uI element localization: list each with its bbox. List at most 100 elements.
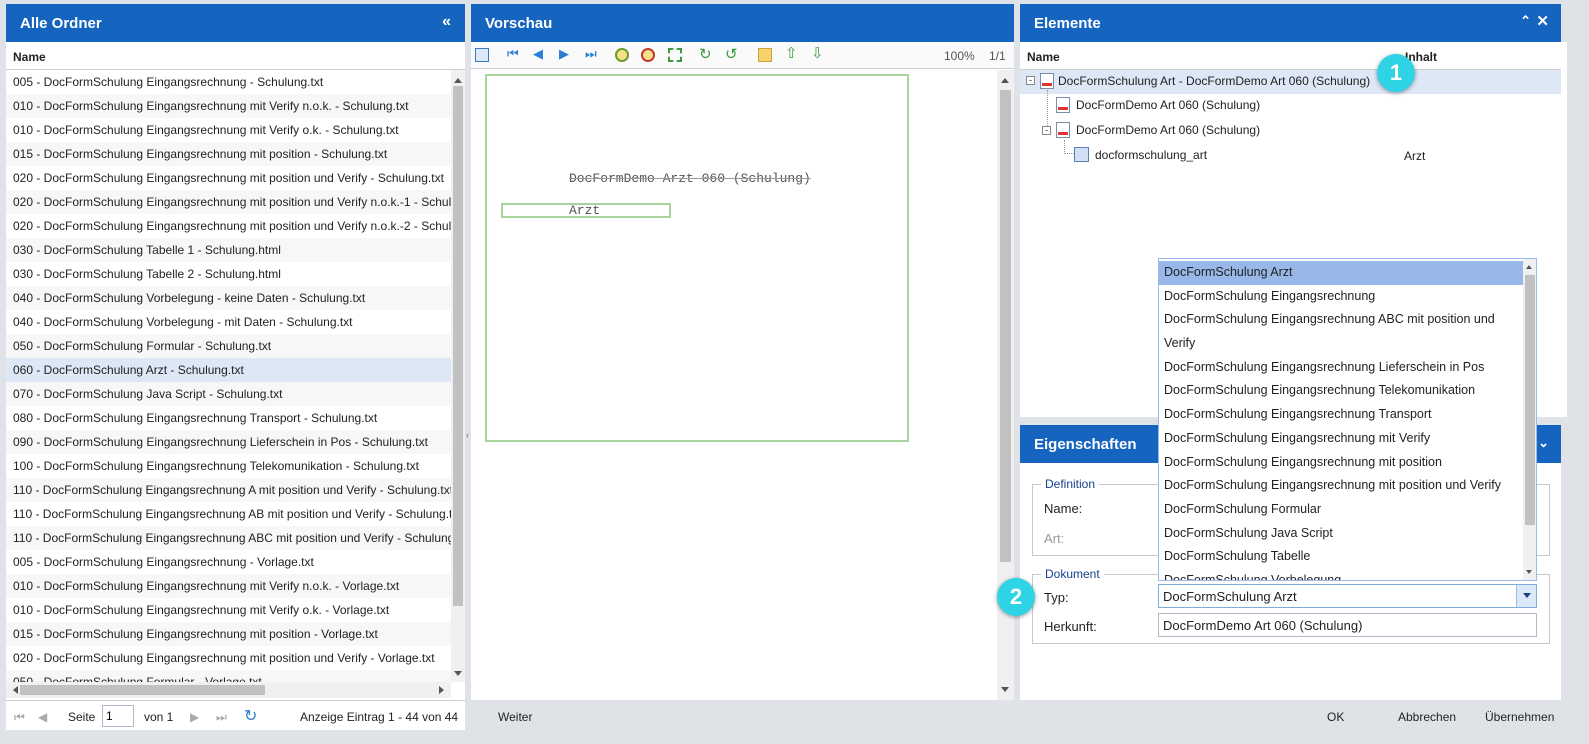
file-list-item[interactable]: 110 - DocFormSchulung Eingangsrechnung A… bbox=[6, 502, 451, 526]
typ-dropdown-option[interactable]: DocFormSchulung Formular bbox=[1159, 498, 1523, 522]
close-icon[interactable]: ✕ bbox=[1536, 12, 1549, 30]
rotate-left-icon[interactable]: ↺ bbox=[725, 45, 739, 63]
typ-dropdown-option[interactable]: DocFormSchulung Arzt bbox=[1159, 261, 1523, 285]
file-list-item[interactable]: 050 - DocFormSchulung Formular - Schulun… bbox=[6, 334, 451, 358]
last-page-icon[interactable]: ⏭ bbox=[585, 46, 599, 61]
add-annotation-icon[interactable] bbox=[758, 48, 772, 62]
file-list-item[interactable]: 010 - DocFormSchulung Eingangsrechnung m… bbox=[6, 118, 451, 142]
typ-dropdown-option[interactable]: DocFormSchulung Eingangsrechnung Liefers… bbox=[1159, 356, 1523, 380]
doc-title-text[interactable]: DocFormDemo Arzt 060 (Schulung) bbox=[569, 171, 811, 186]
file-list-item[interactable]: 040 - DocFormSchulung Vorbelegung - mit … bbox=[6, 310, 451, 334]
uebernehmen-button[interactable]: Übernehmen bbox=[1485, 710, 1554, 724]
file-list-item[interactable]: 040 - DocFormSchulung Vorbelegung - kein… bbox=[6, 286, 451, 310]
last-page-icon[interactable]: ⏭ bbox=[216, 710, 227, 725]
zoom-in-icon[interactable] bbox=[615, 48, 629, 62]
typ-dropdown-option[interactable]: DocFormSchulung Eingangsrechnung mit pos… bbox=[1159, 451, 1523, 475]
scroll-up-arrow-icon[interactable] bbox=[1526, 262, 1532, 269]
layout-toggle-icon[interactable] bbox=[475, 48, 489, 62]
file-list-item[interactable]: 010 - DocFormSchulung Eingangsrechnung m… bbox=[6, 598, 451, 622]
expand-icon[interactable]: ⌄ bbox=[1538, 435, 1549, 451]
scroll-left-arrow-icon[interactable] bbox=[9, 686, 18, 694]
file-list-item[interactable]: 020 - DocFormSchulung Eingangsrechnung m… bbox=[6, 166, 451, 190]
file-list-item[interactable]: 070 - DocFormSchulung Java Script - Schu… bbox=[6, 382, 451, 406]
typ-dropdown-option[interactable]: DocFormSchulung Eingangsrechnung mit pos… bbox=[1159, 474, 1523, 498]
tree-node-root[interactable]: DocFormSchulung Art - DocFormDemo Art 06… bbox=[1058, 74, 1370, 88]
move-up-icon[interactable]: ⇧ bbox=[785, 44, 799, 62]
maximize-icon[interactable]: ⌃ bbox=[1520, 13, 1531, 29]
typ-dropdown-option[interactable]: DocFormSchulung Eingangsrechnung mit Ver… bbox=[1159, 427, 1523, 451]
file-list-hscrollbar[interactable] bbox=[6, 682, 451, 698]
tree-node-child[interactable]: DocFormDemo Art 060 (Schulung) bbox=[1076, 98, 1260, 112]
file-list-item[interactable]: 060 - DocFormSchulung Arzt - Schulung.tx… bbox=[6, 358, 451, 382]
file-list-item[interactable]: 010 - DocFormSchulung Eingangsrechnung m… bbox=[6, 574, 451, 598]
file-list-item[interactable]: 030 - DocFormSchulung Tabelle 1 - Schulu… bbox=[6, 238, 451, 262]
zoom-out-icon[interactable] bbox=[641, 48, 655, 62]
file-list-item[interactable]: 080 - DocFormSchulung Eingangsrechnung T… bbox=[6, 406, 451, 430]
file-list-item[interactable]: 010 - DocFormSchulung Eingangsrechnung m… bbox=[6, 94, 451, 118]
next-page-icon[interactable]: ▶ bbox=[559, 46, 573, 61]
combobox-trigger[interactable] bbox=[1516, 585, 1536, 607]
file-list-item[interactable]: 110 - DocFormSchulung Eingangsrechnung A… bbox=[6, 526, 451, 550]
file-list-item[interactable]: 030 - DocFormSchulung Tabelle 2 - Schulu… bbox=[6, 262, 451, 286]
typ-dropdown-option[interactable]: Verify bbox=[1159, 332, 1523, 356]
typ-dropdown-option[interactable]: DocFormSchulung Vorbelegung bbox=[1159, 569, 1523, 580]
file-list-hscroll-thumb[interactable] bbox=[20, 685, 265, 695]
typ-dropdown-option[interactable]: DocFormSchulung Eingangsrechnung bbox=[1159, 285, 1523, 309]
preview-document: DocFormDemo Arzt 060 (Schulung) Arzt bbox=[485, 74, 909, 442]
typ-combobox[interactable]: DocFormSchulung Arzt bbox=[1158, 584, 1537, 608]
first-page-icon[interactable]: ⏮ bbox=[14, 710, 25, 725]
file-list-item[interactable]: 100 - DocFormSchulung Eingangsrechnung T… bbox=[6, 454, 451, 478]
scroll-right-arrow-icon[interactable] bbox=[439, 686, 448, 694]
scroll-down-arrow-icon[interactable] bbox=[1001, 687, 1009, 696]
dropdown-scroll-thumb[interactable] bbox=[1525, 275, 1535, 525]
doc-field-text[interactable]: Arzt bbox=[569, 203, 600, 218]
herkunft-field[interactable]: DocFormDemo Art 060 (Schulung) bbox=[1158, 613, 1537, 637]
elements-scrollbar[interactable] bbox=[1561, 42, 1567, 417]
next-page-icon[interactable]: ▶ bbox=[190, 710, 199, 724]
weiter-button[interactable]: Weiter bbox=[498, 710, 532, 724]
name-column-header[interactable]: Name bbox=[6, 42, 465, 70]
move-down-icon[interactable]: ⇩ bbox=[811, 44, 825, 62]
tree-node-field[interactable]: docformschulung_art bbox=[1095, 148, 1207, 162]
scroll-up-arrow-icon[interactable] bbox=[454, 74, 462, 83]
file-list-item[interactable]: 005 - DocFormSchulung Eingangsrechnung -… bbox=[6, 70, 451, 94]
scroll-down-arrow-icon[interactable] bbox=[1526, 570, 1532, 577]
first-page-icon[interactable]: ⏮ bbox=[507, 46, 521, 61]
col-name-header[interactable]: Name bbox=[1027, 50, 1060, 64]
file-list-item[interactable]: 110 - DocFormSchulung Eingangsrechnung A… bbox=[6, 478, 451, 502]
ok-button[interactable]: OK bbox=[1327, 710, 1344, 724]
typ-dropdown-option[interactable]: DocFormSchulung Eingangsrechnung ABC mit… bbox=[1159, 308, 1523, 332]
fit-page-icon[interactable] bbox=[668, 48, 682, 62]
typ-dropdown-option[interactable]: DocFormSchulung Java Script bbox=[1159, 522, 1523, 546]
scroll-down-arrow-icon[interactable] bbox=[454, 671, 462, 680]
file-list-item[interactable]: 090 - DocFormSchulung Eingangsrechnung L… bbox=[6, 430, 451, 454]
prev-page-icon[interactable]: ◀ bbox=[38, 710, 47, 724]
dropdown-scrollbar[interactable] bbox=[1523, 259, 1536, 580]
collapse-left-icon[interactable]: « bbox=[442, 13, 451, 31]
file-list-item[interactable]: 015 - DocFormSchulung Eingangsrechnung m… bbox=[6, 142, 451, 166]
file-list-scrollbar[interactable] bbox=[451, 70, 465, 682]
pager: ⏮ ◀ Seite von 1 ▶ ⏭ ↻ Anzeige Eintrag 1 … bbox=[6, 700, 465, 730]
preview-scroll-thumb[interactable] bbox=[1000, 90, 1011, 562]
file-list-item[interactable]: 020 - DocFormSchulung Eingangsrechnung m… bbox=[6, 190, 451, 214]
typ-dropdown-option[interactable]: DocFormSchulung Eingangsrechnung Transpo… bbox=[1159, 403, 1523, 427]
tree-expander-icon[interactable]: - bbox=[1042, 126, 1051, 135]
file-list-scroll-thumb[interactable] bbox=[453, 86, 463, 606]
abbrechen-button[interactable]: Abbrechen bbox=[1398, 710, 1456, 724]
elements-panel-title: Elemente bbox=[1034, 15, 1101, 32]
typ-dropdown-option[interactable]: DocFormSchulung Tabelle bbox=[1159, 545, 1523, 569]
typ-dropdown-option[interactable]: DocFormSchulung Eingangsrechnung Telekom… bbox=[1159, 379, 1523, 403]
file-list-item[interactable]: 005 - DocFormSchulung Eingangsrechnung -… bbox=[6, 550, 451, 574]
prev-page-icon[interactable]: ◀ bbox=[533, 46, 547, 61]
tree-node-child[interactable]: DocFormDemo Art 060 (Schulung) bbox=[1076, 123, 1260, 137]
page-input[interactable] bbox=[102, 705, 134, 727]
rotate-right-icon[interactable]: ↻ bbox=[699, 45, 713, 63]
scroll-up-arrow-icon[interactable] bbox=[1001, 74, 1009, 83]
splitter-handle[interactable]: ‹ bbox=[466, 430, 470, 442]
file-list-item[interactable]: 050 - DocFormSchulung Formular - Vorlage… bbox=[6, 670, 451, 682]
file-list-item[interactable]: 020 - DocFormSchulung Eingangsrechnung m… bbox=[6, 214, 451, 238]
refresh-icon[interactable]: ↻ bbox=[244, 706, 257, 726]
file-list-item[interactable]: 015 - DocFormSchulung Eingangsrechnung m… bbox=[6, 622, 451, 646]
file-list-item[interactable]: 020 - DocFormSchulung Eingangsrechnung m… bbox=[6, 646, 451, 670]
tree-expander-icon[interactable]: - bbox=[1026, 76, 1035, 85]
